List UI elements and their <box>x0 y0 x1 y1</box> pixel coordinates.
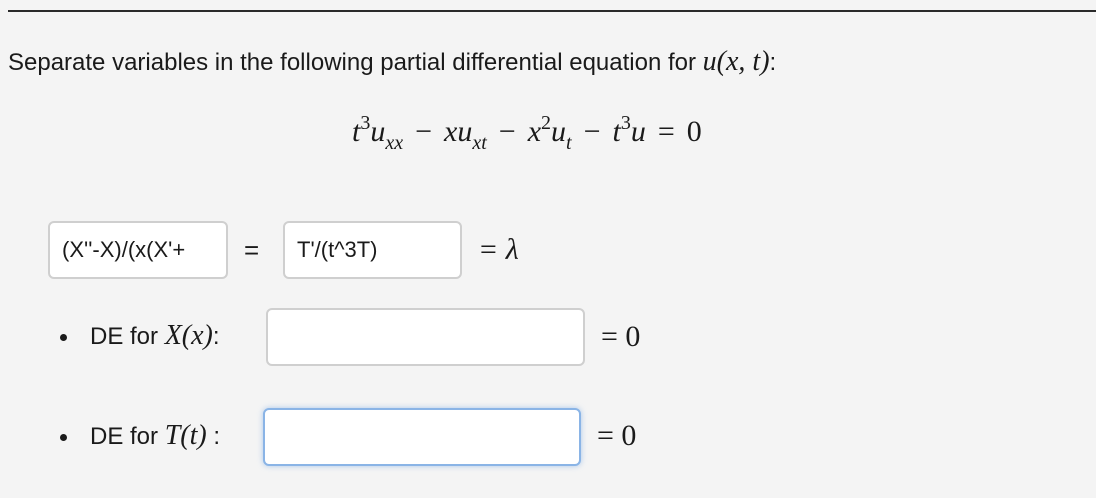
top-divider <box>8 10 1096 12</box>
function-symbol: u(x, t) <box>702 46 770 77</box>
prompt-suffix: : <box>769 49 777 76</box>
de-t-func: T(t) <box>164 420 207 451</box>
separation-right-input[interactable]: T'/(t^3T) <box>283 221 462 279</box>
separation-left-input[interactable]: (X''-X)/(x(X'+ <box>48 221 228 279</box>
de-x-label-prefix: DE for <box>90 323 159 350</box>
bullet-de-t <box>60 434 67 441</box>
de-t-label-prefix: DE for <box>90 423 159 450</box>
prompt-text: Separate variables in the following part… <box>8 49 696 76</box>
equals-lambda: = λ <box>478 233 519 266</box>
de-t-label-suffix: : <box>206 423 221 450</box>
bullet-de-x <box>60 334 67 341</box>
pde-equation: t3uxx − xuxt − x2ut − t3u = 0 <box>352 112 702 154</box>
de-t-input[interactable] <box>263 408 581 466</box>
de-x-label: DE for X(x): <box>90 318 220 355</box>
de-t-equals-zero: = 0 <box>597 419 637 452</box>
de-t-label: DE for T(t) : <box>90 418 220 455</box>
separation-equals-sign: = <box>244 235 260 265</box>
problem-prompt: Separate variables in the following part… <box>8 44 776 81</box>
de-x-func: X(x) <box>164 320 213 351</box>
de-x-input[interactable] <box>266 308 585 366</box>
de-x-equals-zero: = 0 <box>601 320 641 353</box>
de-x-label-suffix: : <box>212 323 220 350</box>
